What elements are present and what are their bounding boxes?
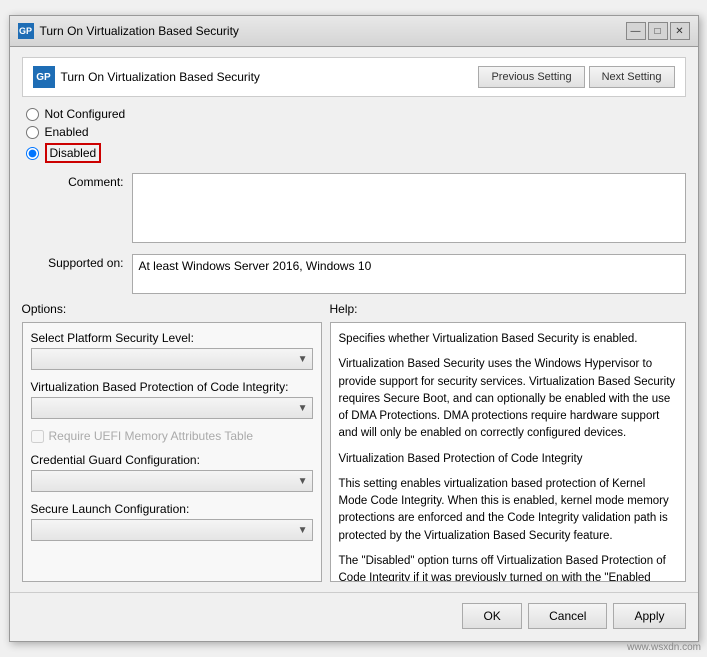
help-para-2: Virtualization Based Protection of Code …: [339, 451, 677, 468]
title-bar-controls: — □ ✕: [626, 22, 690, 40]
maximize-button[interactable]: □: [648, 22, 668, 40]
radio-enabled-label: Enabled: [45, 125, 89, 139]
header-buttons: Previous Setting Next Setting: [478, 66, 674, 88]
radio-section: Not Configured Enabled Disabled: [22, 107, 686, 163]
window-content: GP Turn On Virtualization Based Security…: [10, 47, 698, 592]
comment-label: Comment:: [22, 173, 132, 189]
watermark: www.wsxdn.com: [627, 642, 701, 653]
credential-guard-arrow: ▼: [298, 476, 308, 487]
previous-setting-button[interactable]: Previous Setting: [478, 66, 584, 88]
supported-on-value: At least Windows Server 2016, Windows 10: [132, 254, 686, 294]
vbs-item: Virtualization Based Protection of Code …: [31, 380, 313, 419]
platform-security-label: Select Platform Security Level:: [31, 331, 313, 345]
platform-security-dropdown[interactable]: ▼: [31, 348, 313, 370]
header-title: Turn On Virtualization Based Security: [61, 70, 260, 84]
help-label: Help:: [330, 302, 686, 316]
credential-guard-label: Credential Guard Configuration:: [31, 453, 313, 467]
help-para-0: Specifies whether Virtualization Based S…: [339, 331, 677, 348]
credential-guard-dropdown[interactable]: ▼: [31, 470, 313, 492]
secure-launch-label: Secure Launch Configuration:: [31, 502, 313, 516]
help-section: Help: Specifies whether Virtualization B…: [330, 302, 686, 582]
radio-enabled-input[interactable]: [26, 126, 39, 139]
vbs-arrow: ▼: [298, 403, 308, 414]
supported-on-row: Supported on: At least Windows Server 20…: [22, 254, 686, 294]
secure-launch-item: Secure Launch Configuration: ▼: [31, 502, 313, 541]
require-uefi-label: Require UEFI Memory Attributes Table: [49, 429, 254, 443]
radio-not-configured[interactable]: Not Configured: [26, 107, 686, 121]
cancel-button[interactable]: Cancel: [528, 603, 607, 629]
vbs-dropdown[interactable]: ▼: [31, 397, 313, 419]
header-icon-label: GP: [36, 72, 50, 83]
next-setting-button[interactable]: Next Setting: [589, 66, 675, 88]
header-icon: GP: [33, 66, 55, 88]
title-bar: GP Turn On Virtualization Based Security…: [10, 16, 698, 47]
help-para-3: This setting enables virtualization base…: [339, 476, 677, 545]
window-icon: GP: [18, 23, 34, 39]
window-title: Turn On Virtualization Based Security: [40, 24, 239, 38]
options-label: Options:: [22, 302, 322, 316]
radio-not-configured-input[interactable]: [26, 108, 39, 121]
platform-security-arrow: ▼: [298, 354, 308, 365]
ok-button[interactable]: OK: [462, 603, 522, 629]
header-bar-left: GP Turn On Virtualization Based Security: [33, 66, 260, 88]
credential-guard-item: Credential Guard Configuration: ▼: [31, 453, 313, 492]
options-box: Select Platform Security Level: ▼ Virtua…: [22, 322, 322, 582]
minimize-button[interactable]: —: [626, 22, 646, 40]
secure-launch-dropdown[interactable]: ▼: [31, 519, 313, 541]
help-para-4: The "Disabled" option turns off Virtuali…: [339, 553, 677, 582]
require-uefi-item: Require UEFI Memory Attributes Table: [31, 429, 313, 443]
platform-security-item: Select Platform Security Level: ▼: [31, 331, 313, 370]
help-para-1: Virtualization Based Security uses the W…: [339, 356, 677, 442]
main-window: GP Turn On Virtualization Based Security…: [9, 15, 699, 642]
apply-button[interactable]: Apply: [613, 603, 685, 629]
header-bar: GP Turn On Virtualization Based Security…: [22, 57, 686, 97]
options-help-row: Options: Select Platform Security Level:…: [22, 302, 686, 582]
radio-enabled[interactable]: Enabled: [26, 125, 686, 139]
footer-bar: OK Cancel Apply: [10, 592, 698, 641]
radio-disabled-label: Disabled: [45, 143, 102, 163]
radio-disabled-input[interactable]: [26, 147, 39, 160]
comment-row: Comment:: [22, 173, 686, 246]
help-box[interactable]: Specifies whether Virtualization Based S…: [330, 322, 686, 582]
window-icon-label: GP: [19, 26, 32, 36]
secure-launch-arrow: ▼: [298, 525, 308, 536]
require-uefi-checkbox[interactable]: [31, 430, 44, 443]
supported-on-label: Supported on:: [22, 254, 132, 270]
options-section: Options: Select Platform Security Level:…: [22, 302, 322, 582]
vbs-label: Virtualization Based Protection of Code …: [31, 380, 313, 394]
title-bar-left: GP Turn On Virtualization Based Security: [18, 23, 239, 39]
close-button[interactable]: ✕: [670, 22, 690, 40]
radio-not-configured-label: Not Configured: [45, 107, 126, 121]
radio-disabled[interactable]: Disabled: [26, 143, 686, 163]
comment-textarea[interactable]: [132, 173, 686, 243]
comment-container: [132, 173, 686, 246]
